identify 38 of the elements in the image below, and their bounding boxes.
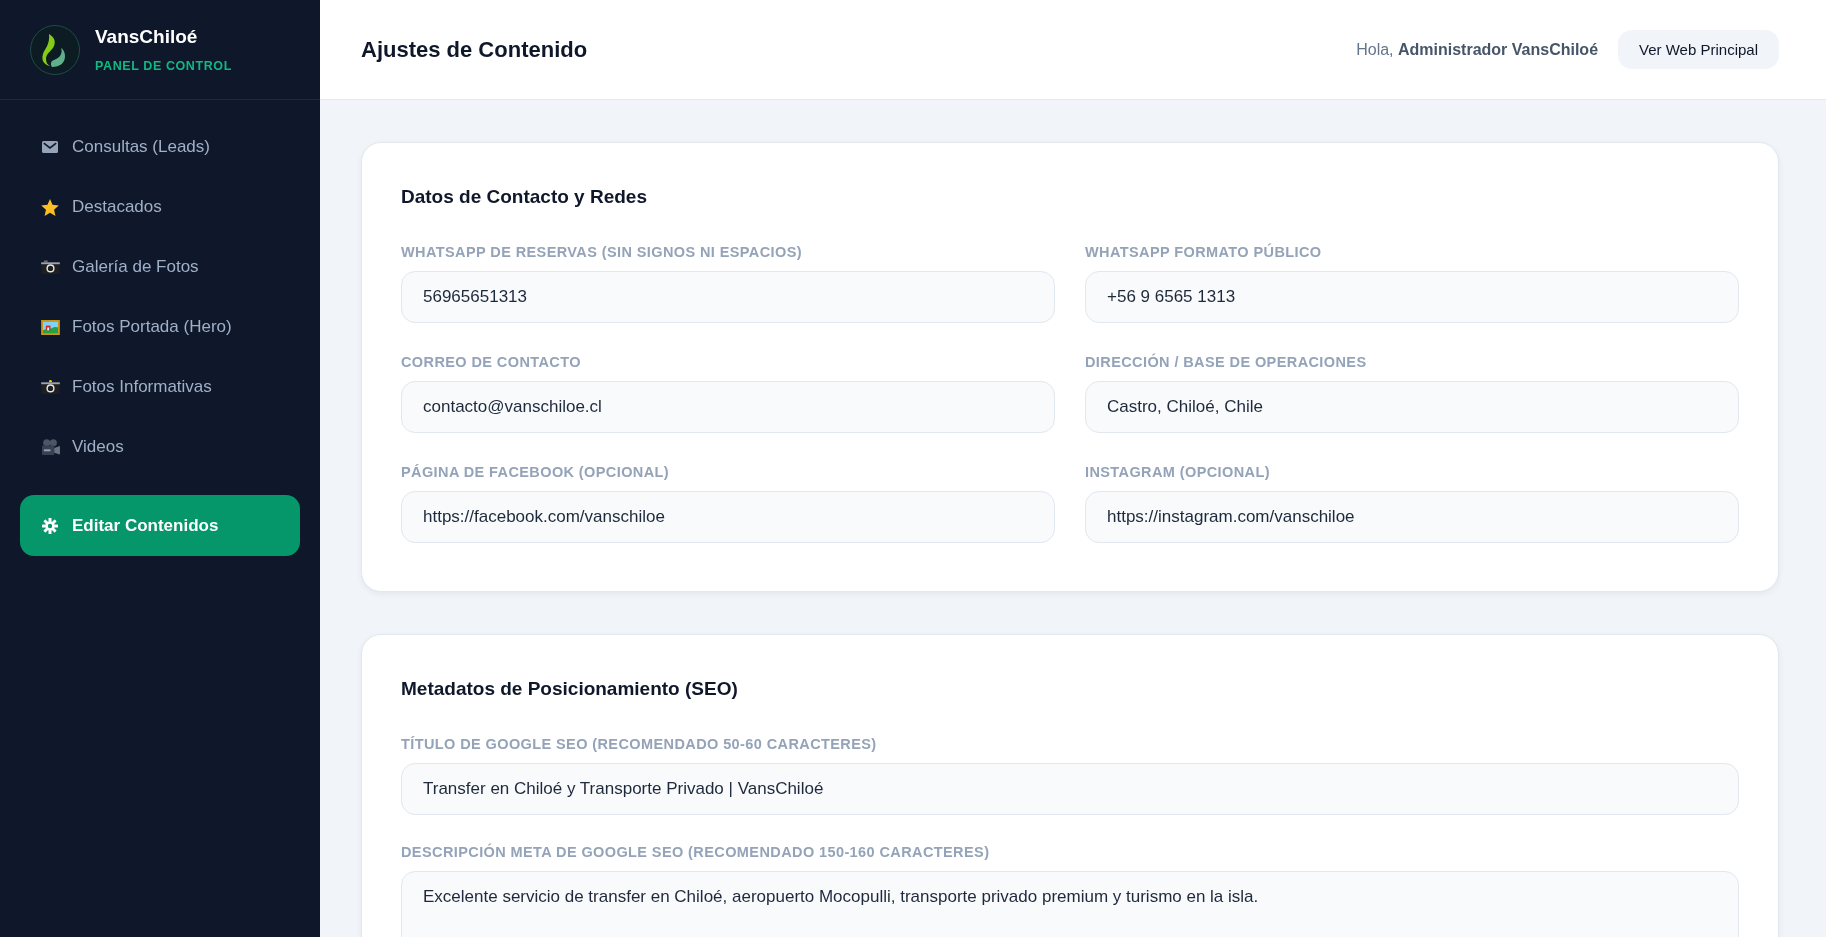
gear-icon [42,517,58,534]
field-label: PÁGINA DE FACEBOOK (OPCIONAL) [401,463,671,481]
text-input[interactable]: +56 9 6565 1313 [1085,271,1739,323]
camera-icon [40,260,60,274]
movie-camera-icon [40,438,60,456]
text-input[interactable]: https://instagram.com/vanschiloe [1085,491,1739,543]
view-website-button[interactable]: Ver Web Principal [1618,30,1779,69]
section-title: Metadatos de Posicionamiento (SEO) [401,677,739,701]
sidebar-item[interactable]: Consultas (Leads) [20,117,300,177]
text-input[interactable]: https://facebook.com/vanschiloe [401,491,1055,543]
sidebar-item[interactable]: Destacados [20,177,300,237]
sidebar-item[interactable]: Fotos Portada (Hero) [20,297,300,357]
sidebar-item[interactable]: Fotos Informativas [20,357,300,417]
brand-subtitle: PANEL DE CONTROL [95,59,232,73]
field-label: INSTAGRAM (OPCIONAL) [1085,463,1271,481]
text-input[interactable]: Transfer en Chiloé y Transporte Privado | VansChiloé [401,763,1739,815]
brand-name: VansChiloé [95,26,199,48]
star-icon [41,198,59,216]
text-input[interactable]: Castro, Chiloé, Chile [1085,381,1739,433]
field-label: DIRECCIÓN / BASE DE OPERACIONES [1085,353,1368,371]
sidebar-item[interactable]: Editar Contenidos [20,495,300,556]
framed-picture-icon [40,319,60,335]
text-input[interactable]: contacto@vanschiloe.cl [401,381,1055,433]
leaf-logo-icon [30,24,80,75]
sidebar-item[interactable]: Videos [20,417,300,477]
field-label: TÍTULO DE GOOGLE SEO (RECOMENDADO 50-60 CARACTERES) [401,735,878,753]
field-label: WHATSAPP DE RESERVAS (SIN SIGNOS NI ESPACIOS) [401,243,803,261]
field-label: WHATSAPP FORMATO PÚBLICO [1085,243,1323,261]
section-title: Datos de Contacto y Redes [401,185,648,209]
textarea-field[interactable]: Excelente servicio de transfer en Chiloé, aeropuerto Mocopulli, transporte privado premium y turismo en la isla. [401,871,1739,937]
field-label: CORREO DE CONTACTO [401,353,582,371]
page-title: Ajustes de Contenido [361,36,588,63]
camera-flash-icon [40,380,60,394]
envelope-icon [42,141,58,153]
text-input[interactable]: 56965651313 [401,271,1055,323]
sidebar-item[interactable]: Galería de Fotos [20,237,300,297]
field-label: DESCRIPCIÓN META DE GOOGLE SEO (RECOMENDADO 150-160 CARACTERES) [401,843,991,861]
greeting-text: Hola, Administrador VansChiloé [1356,40,1599,59]
